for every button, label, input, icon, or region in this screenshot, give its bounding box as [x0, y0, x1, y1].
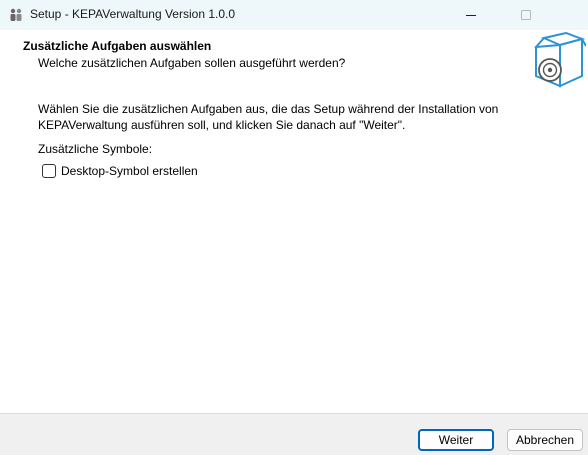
task-description: Wählen Sie die zusätzlichen Aufgaben aus…	[38, 102, 499, 132]
cancel-button[interactable]: Abbrechen	[507, 429, 583, 451]
page-subheading: Welche zusätzlichen Aufgaben sollen ausg…	[38, 56, 346, 70]
next-button[interactable]: Weiter	[418, 429, 494, 451]
wizard-footer: Weiter Abbrechen	[0, 413, 588, 455]
minimize-icon	[466, 15, 476, 16]
setup-app-icon	[8, 7, 24, 23]
maximize-button	[503, 0, 549, 30]
title-bar[interactable]: Setup - KEPAVerwaltung Version 1.0.0	[0, 0, 588, 30]
maximize-icon	[521, 10, 531, 20]
additional-icons-label: Zusätzliche Symbole:	[38, 142, 153, 156]
window-title: Setup - KEPAVerwaltung Version 1.0.0	[30, 7, 236, 21]
desktop-icon-label[interactable]: Desktop-Symbol erstellen	[61, 164, 198, 178]
setup-box-cd-icon	[530, 31, 587, 88]
page-heading: Zusätzliche Aufgaben auswählen	[23, 39, 212, 53]
minimize-button[interactable]	[448, 0, 494, 30]
wizard-header: Zusätzliche Aufgaben auswählen Welche zu…	[0, 30, 588, 88]
desktop-icon-checkbox[interactable]	[42, 164, 56, 178]
